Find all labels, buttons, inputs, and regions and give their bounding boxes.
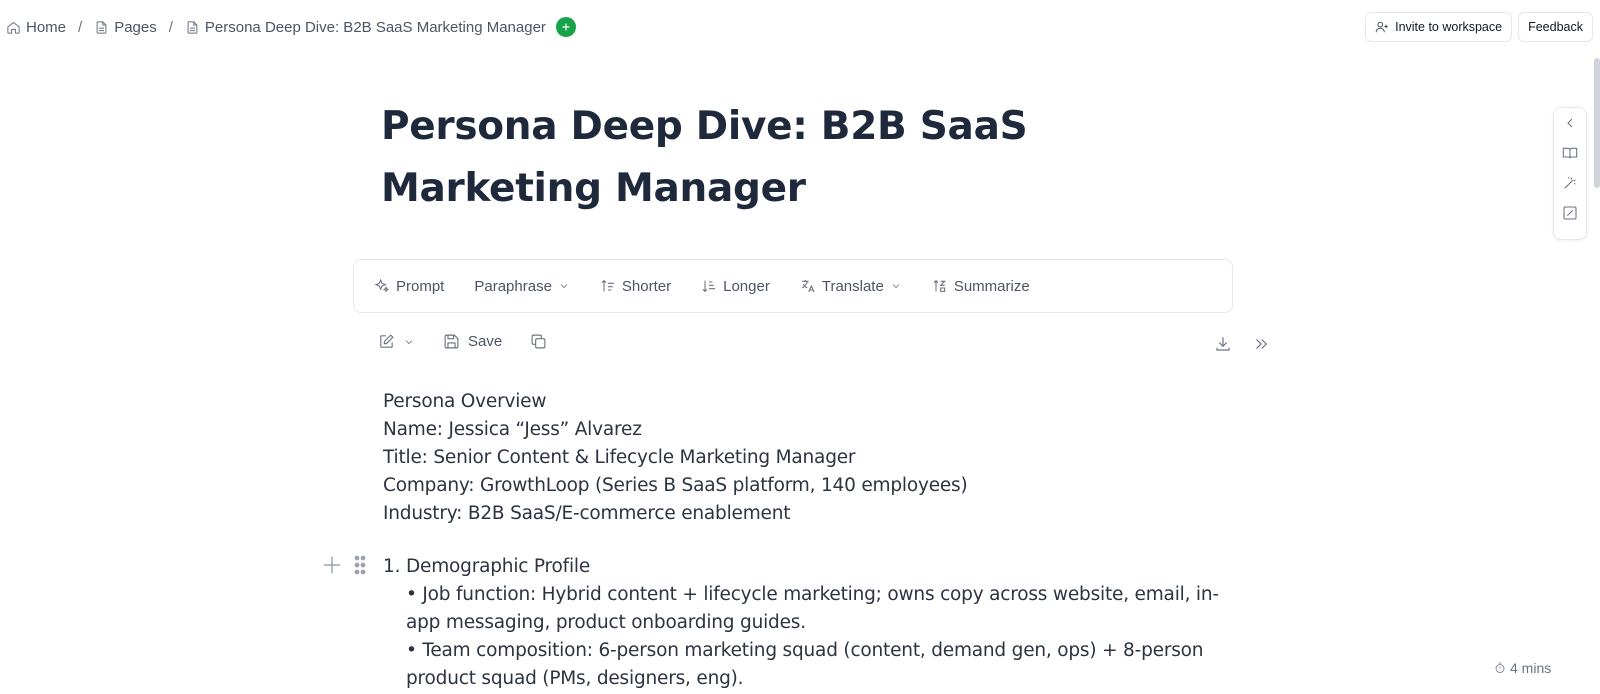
right-tool-panel xyxy=(1553,107,1587,240)
breadcrumb-separator: / xyxy=(168,18,173,36)
translate-dropdown[interactable]: Translate xyxy=(800,278,902,295)
stopwatch-icon xyxy=(1495,662,1505,673)
edit-mode-dropdown[interactable] xyxy=(378,333,415,350)
download-icon xyxy=(1216,337,1230,351)
bullet-item: • Team composition: 6-person marketing s… xyxy=(406,640,1204,689)
chevron-down-icon xyxy=(405,339,413,344)
ai-toolbar: Prompt Paraphrase Shorter Longer Transla… xyxy=(353,259,1233,313)
floppy-disk-icon xyxy=(444,334,459,349)
list-number: 1. xyxy=(383,556,401,577)
invite-to-workspace-button[interactable]: Invite to workspace xyxy=(1365,12,1513,42)
book-button[interactable] xyxy=(1562,145,1578,161)
plus-icon xyxy=(562,23,570,31)
add-block-button[interactable] xyxy=(321,554,343,581)
expand-button[interactable] xyxy=(1252,335,1270,358)
collapse-panel-button[interactable] xyxy=(1562,115,1578,131)
add-page-button[interactable] xyxy=(555,17,576,37)
edit-box-button[interactable] xyxy=(1562,205,1578,221)
breadcrumb: Home / Pages / Persona Deep Dive: B2B Sa… xyxy=(6,17,576,37)
drag-handle-icon xyxy=(354,555,366,575)
add-user-icon xyxy=(1375,21,1388,33)
longer-label: Longer xyxy=(723,277,770,295)
feedback-button[interactable]: Feedback xyxy=(1518,12,1593,42)
prompt-button[interactable]: Prompt xyxy=(374,278,444,295)
magic-wand-button[interactable] xyxy=(1562,175,1578,191)
overview-line: Company: GrowthLoop (Series B SaaS platf… xyxy=(383,475,968,496)
prompt-label: Prompt xyxy=(396,277,445,295)
read-time-label: 4 mins xyxy=(1510,660,1552,676)
translate-label: Translate xyxy=(821,277,884,295)
chevron-left-icon xyxy=(1567,118,1573,128)
feedback-label: Feedback xyxy=(1528,20,1583,34)
document-icon xyxy=(187,20,198,34)
section-heading: Demographic Profile xyxy=(406,556,591,577)
scrollbar[interactable] xyxy=(1594,58,1600,188)
header-actions: Invite to workspace Feedback xyxy=(1365,12,1593,42)
pencil-square-icon xyxy=(380,334,394,348)
breadcrumb-home[interactable]: Home xyxy=(6,19,66,36)
sparkles-icon xyxy=(374,278,390,293)
invite-label: Invite to workspace xyxy=(1395,20,1503,34)
document-icon xyxy=(96,20,107,34)
paraphrase-label: Paraphrase xyxy=(474,277,552,295)
paraphrase-dropdown[interactable]: Paraphrase xyxy=(474,278,570,295)
copy-icon xyxy=(531,334,546,349)
overview-line: Persona Overview xyxy=(383,391,547,412)
summarize-button[interactable]: Summarize xyxy=(932,278,1030,295)
read-time: 4 mins xyxy=(1494,660,1551,676)
chevron-down-icon xyxy=(892,284,900,289)
breadcrumb-current-page[interactable]: Persona Deep Dive: B2B SaaS Marketing Ma… xyxy=(185,19,546,36)
book-icon xyxy=(1562,147,1578,159)
copy-button[interactable] xyxy=(530,333,547,350)
shorter-label: Shorter xyxy=(621,277,672,295)
summarize-label: Summarize xyxy=(953,277,1030,295)
drag-handle[interactable] xyxy=(353,554,367,581)
chevron-down-icon xyxy=(560,284,568,289)
download-button[interactable] xyxy=(1214,335,1232,358)
document-body[interactable]: Persona Overview Name: Jessica “Jess” Al… xyxy=(383,388,1223,528)
save-button[interactable]: Save xyxy=(443,333,502,350)
page-title[interactable]: Persona Deep Dive: B2B SaaS Marketing Ma… xyxy=(381,96,1201,220)
bullet-item: • Job function: Hybrid content + lifecyc… xyxy=(406,584,1219,633)
longer-icon xyxy=(702,280,716,293)
top-bar: Home / Pages / Persona Deep Dive: B2B Sa… xyxy=(0,0,1600,56)
magic-wand-icon xyxy=(1564,177,1576,189)
home-icon xyxy=(7,21,20,34)
summarize-icon xyxy=(933,279,946,292)
chevrons-right-icon xyxy=(1256,339,1268,349)
overview-line: Name: Jessica “Jess” Alvarez xyxy=(383,419,642,440)
shorter-icon xyxy=(601,279,614,292)
numbered-list[interactable]: 1. Demographic Profile • Job function: H… xyxy=(383,553,1223,693)
breadcrumb-separator: / xyxy=(78,18,83,36)
translate-icon xyxy=(801,280,815,293)
shorter-button[interactable]: Shorter xyxy=(600,278,671,295)
breadcrumb-current-label: Persona Deep Dive: B2B SaaS Marketing Ma… xyxy=(204,18,546,36)
edit-toolbar: Save xyxy=(378,333,547,350)
save-label: Save xyxy=(468,333,503,350)
block-handles xyxy=(321,554,367,581)
plus-icon xyxy=(323,556,341,574)
breadcrumb-pages-label: Pages xyxy=(114,18,157,36)
breadcrumb-pages[interactable]: Pages xyxy=(94,19,157,36)
longer-button[interactable]: Longer xyxy=(701,278,770,295)
editor-right-tools xyxy=(1214,335,1270,358)
edit-box-icon xyxy=(1563,206,1577,220)
overview-line: Title: Senior Content & Lifecycle Market… xyxy=(383,447,856,468)
list-item: 1. Demographic Profile xyxy=(383,553,1223,581)
breadcrumb-home-label: Home xyxy=(26,18,67,36)
overview-line: Industry: B2B SaaS/E-commerce enablement xyxy=(383,503,791,524)
